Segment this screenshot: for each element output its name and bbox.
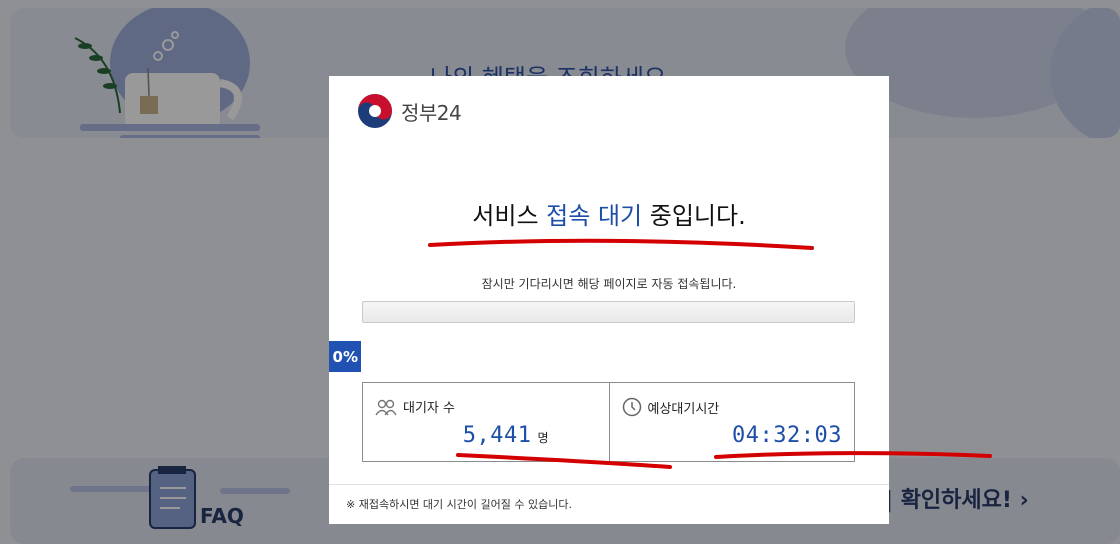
progress-percent-badge: 0% — [329, 341, 361, 372]
auto-connect-notice: 잠시만 기다리시면 해당 페이지로 자동 접속됩니다. — [481, 277, 737, 291]
eta-label: 예상대기시간 — [647, 401, 720, 417]
headline: 서비스 접속 대기 중입니다. — [329, 196, 889, 231]
headline-pre: 서비스 — [472, 202, 547, 230]
waiting-count-unit: 명 — [537, 431, 549, 445]
waiting-modal: 정부24 서비스 접속 대기 중입니다. 잠시만 기다리시면 해당 페이지로 자… — [329, 76, 889, 524]
headline-highlight: 접속 대기 — [546, 202, 643, 230]
eta-box: 예상대기시간 04:32:03 — [608, 383, 855, 461]
waiting-count-box: 대기자 수 5,441 명 — [363, 383, 609, 461]
reconnect-warning: ※ 재접속하시면 대기 시간이 길어질 수 있습니다. — [346, 498, 572, 511]
progress-bar — [362, 301, 855, 323]
people-icon — [375, 399, 397, 415]
logo-text: 정부24 — [401, 100, 462, 125]
footer-divider — [329, 484, 889, 485]
clock-icon — [622, 397, 641, 417]
waiting-count-label: 대기자 수 — [403, 401, 455, 416]
wait-stats: 대기자 수 5,441 명 예상대기시간 04:32:03 — [362, 382, 855, 462]
headline-post: 중입니다. — [642, 202, 746, 230]
eta-value: 04:32:03 — [732, 423, 842, 448]
waiting-count-value: 5,441 — [462, 423, 532, 448]
gov24-logo: 정부24 — [357, 93, 462, 129]
gov24-logo-icon — [358, 94, 392, 128]
